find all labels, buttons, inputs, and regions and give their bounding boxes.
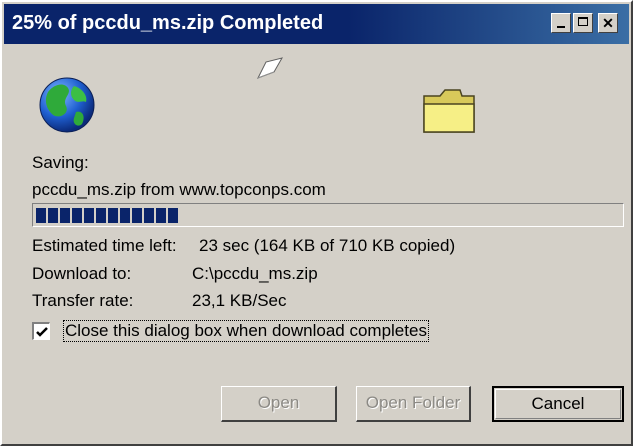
close-icon: ✕ [602, 15, 614, 31]
open-button[interactable]: Open [221, 386, 337, 422]
cancel-button-label: Cancel [495, 389, 621, 419]
close-when-done-label[interactable]: Close this dialog box when download comp… [63, 320, 429, 342]
folder-icon [423, 89, 475, 133]
progress-block [36, 208, 46, 223]
saving-label: Saving: [32, 153, 89, 172]
estimated-time-value: 23 sec (164 KB of 710 KB copied) [199, 236, 456, 255]
progress-block [96, 208, 106, 223]
minimize-button[interactable] [551, 13, 571, 33]
progress-block [156, 208, 166, 223]
progress-block [108, 208, 118, 223]
maximize-button[interactable] [573, 13, 593, 33]
flying-paper-icon [256, 57, 284, 79]
progress-block [120, 208, 130, 223]
window-title: 25% of pccdu_ms.zip Completed [12, 12, 324, 34]
estimated-time-label: Estimated time left: [32, 236, 177, 255]
transfer-rate-label: Transfer rate: [32, 291, 134, 310]
progress-block [48, 208, 58, 223]
title-bar[interactable]: 25% of pccdu_ms.zip Completed ✕ [4, 4, 629, 44]
close-button[interactable]: ✕ [598, 13, 618, 33]
progress-block [144, 208, 154, 223]
progress-block [72, 208, 82, 223]
progress-block [168, 208, 178, 223]
source-text: pccdu_ms.zip from www.topconps.com [32, 180, 326, 199]
progress-fill [36, 208, 180, 223]
cancel-button[interactable]: Cancel [492, 386, 624, 422]
download-progress-bar [32, 203, 624, 227]
download-dialog: 25% of pccdu_ms.zip Completed ✕ Saving: … [0, 0, 633, 446]
transfer-rate-value: 23,1 KB/Sec [192, 291, 287, 310]
download-to-label: Download to: [32, 264, 132, 283]
checkmark-icon [36, 327, 48, 337]
globe-icon [39, 77, 95, 133]
progress-block [60, 208, 70, 223]
download-to-value: C:\pccdu_ms.zip [192, 264, 318, 283]
open-folder-button[interactable]: Open Folder [356, 386, 471, 422]
progress-block [84, 208, 94, 223]
close-when-done-checkbox[interactable] [32, 322, 50, 340]
progress-block [132, 208, 142, 223]
